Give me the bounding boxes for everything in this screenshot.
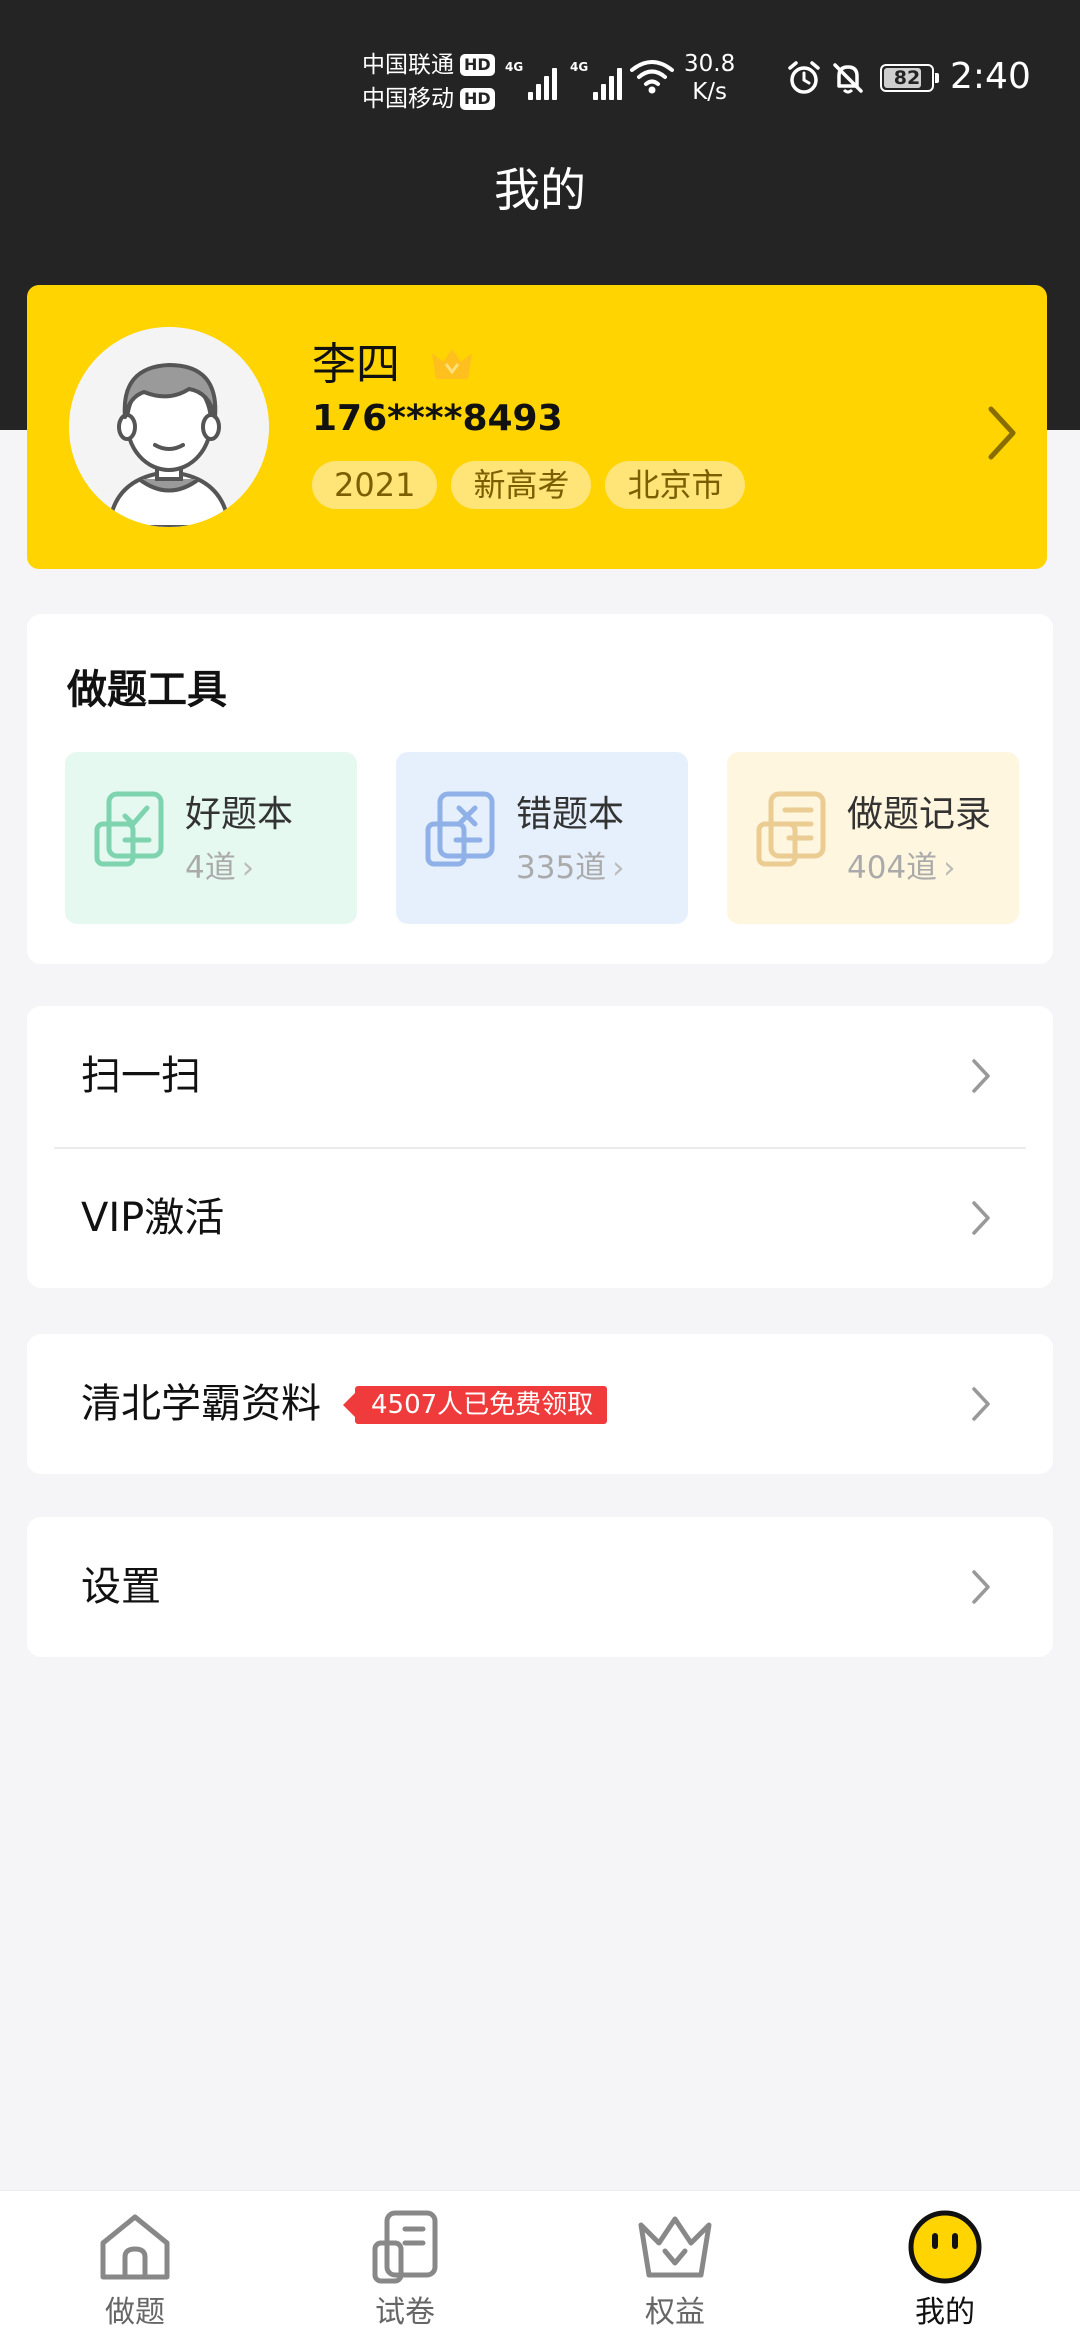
tag-year: 2021 xyxy=(312,461,438,509)
nav-item-mine[interactable]: 我的 xyxy=(845,2207,1045,2333)
carrier-2: 中国移动 xyxy=(362,86,454,112)
chevron-right-icon: › xyxy=(612,850,625,886)
menu-label-settings: 设置 xyxy=(81,1564,161,1610)
default-avatar-icon xyxy=(69,327,269,527)
avatar[interactable] xyxy=(69,327,269,527)
carrier-info: 中国联通 HD 中国移动 HD xyxy=(362,48,495,116)
paper-icon xyxy=(372,2210,438,2284)
chevron-right-icon[interactable] xyxy=(987,405,1017,465)
tag-exam-type: 新高考 xyxy=(451,461,592,509)
battery-level: 82 xyxy=(893,67,921,89)
promo-badge: 4507人已免费领取 xyxy=(342,1386,608,1424)
hd-badge-1: HD xyxy=(460,54,495,76)
profile-card[interactable]: 李四 176****8493 2021 新高考 北京市 xyxy=(27,285,1047,569)
mute-bell-icon xyxy=(830,60,866,100)
nav-item-papers[interactable]: 试卷 xyxy=(305,2207,505,2333)
battery-icon: 82 xyxy=(880,64,939,92)
menu-label-vip: VIP激活 xyxy=(81,1195,225,1241)
nav-label: 我的 xyxy=(915,2295,975,2330)
bottom-nav: 做题 试卷 权益 我的 xyxy=(0,2190,1080,2341)
wrong-sheet-icon xyxy=(422,790,502,874)
nav-label: 权益 xyxy=(645,2295,705,2330)
vip-crown-icon[interactable] xyxy=(429,345,475,387)
nav-label: 做题 xyxy=(105,2295,165,2330)
network-type-1: 4G xyxy=(505,60,524,74)
nav-item-benefits[interactable]: 权益 xyxy=(575,2207,775,2333)
chevron-right-icon: › xyxy=(241,850,255,886)
alarm-icon xyxy=(786,60,822,100)
hd-badge-2: HD xyxy=(460,88,495,110)
tool-name: 好题本 xyxy=(185,794,294,835)
tool-practice-record[interactable]: 做题记录 404道 › xyxy=(727,752,1019,924)
tool-wrong-questions[interactable]: 错题本 335道 › xyxy=(396,752,688,924)
page-title: 我的 xyxy=(494,163,586,217)
tool-count: 335道 › xyxy=(516,850,625,886)
speed-unit: K/s xyxy=(692,79,728,105)
tool-name: 错题本 xyxy=(516,794,625,835)
menu-group-3: 设置 xyxy=(27,1517,1053,1657)
crown-icon xyxy=(638,2216,712,2278)
nav-item-practice[interactable]: 做题 xyxy=(35,2207,235,2333)
record-icon xyxy=(753,790,833,874)
menu-label-materials: 清北学霸资料 xyxy=(81,1381,321,1427)
menu-item-vip[interactable]: VIP激活 xyxy=(27,1148,1053,1288)
user-phone: 176****8493 xyxy=(312,398,563,439)
chevron-right-icon xyxy=(971,1058,991,1098)
tool-good-questions[interactable]: 好题本 4道 › xyxy=(65,752,357,924)
tools-title: 做题工具 xyxy=(67,667,227,713)
status-bar: 中国联通 HD 中国移动 HD 4G 4G 30.8 K/s 82 2:40 xyxy=(0,0,1080,150)
chevron-right-icon xyxy=(971,1569,991,1609)
carrier-1: 中国联通 xyxy=(362,52,454,78)
tool-count: 4道 › xyxy=(185,850,255,886)
menu-item-materials[interactable]: 清北学霸资料 4507人已免费领取 xyxy=(27,1334,1053,1474)
tag-region: 北京市 xyxy=(605,461,746,509)
menu-item-scan[interactable]: 扫一扫 xyxy=(27,1006,1053,1146)
signal-icon-2: 4G xyxy=(570,60,623,100)
smiley-icon xyxy=(908,2210,982,2284)
tool-name: 做题记录 xyxy=(847,794,992,835)
chevron-right-icon xyxy=(971,1200,991,1240)
checklist-icon xyxy=(91,790,171,874)
home-icon xyxy=(100,2214,170,2280)
tools-card: 做题工具 好题本 4道 › 错题本 335道 › 做题记录 404道 › xyxy=(27,614,1053,964)
clock: 2:40 xyxy=(950,56,1031,97)
chevron-right-icon xyxy=(971,1386,991,1426)
wifi-icon xyxy=(630,58,674,100)
menu-group-2: 清北学霸资料 4507人已免费领取 xyxy=(27,1334,1053,1474)
profile-tags: 2021 新高考 北京市 xyxy=(312,461,759,509)
network-speed: 30.8 K/s xyxy=(684,50,735,106)
nav-label: 试卷 xyxy=(375,2295,435,2330)
speed-value: 30.8 xyxy=(684,51,736,77)
chevron-right-icon: › xyxy=(943,850,956,886)
menu-group-1: 扫一扫 VIP激活 xyxy=(27,1006,1053,1288)
tool-count: 404道 › xyxy=(847,850,956,886)
menu-item-settings[interactable]: 设置 xyxy=(27,1517,1053,1657)
signal-icon: 4G xyxy=(505,60,558,100)
menu-label-scan: 扫一扫 xyxy=(81,1053,201,1099)
network-type-2: 4G xyxy=(570,60,589,74)
user-name: 李四 xyxy=(312,339,400,390)
